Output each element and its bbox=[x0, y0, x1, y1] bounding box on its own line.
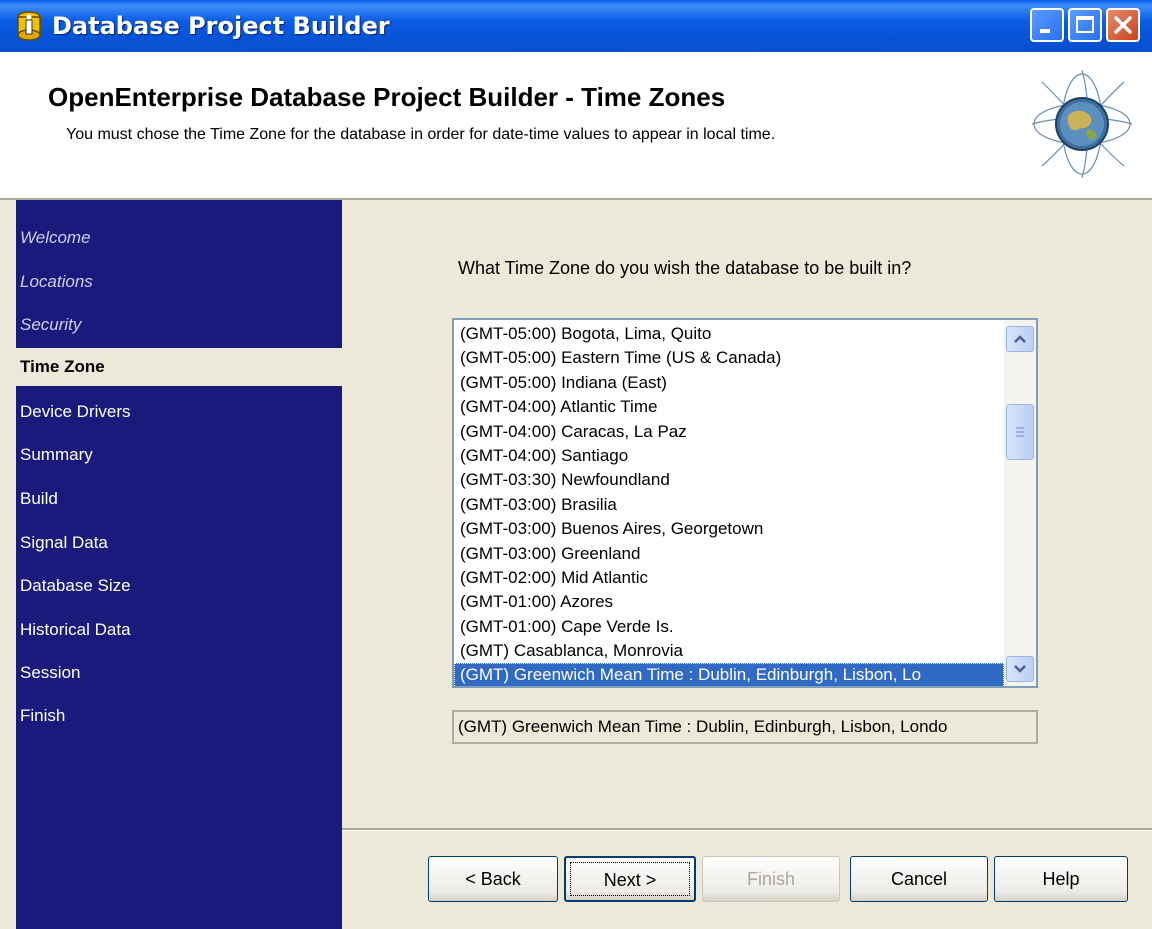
selected-time-zone-field: (GMT) Greenwich Mean Time : Dublin, Edin… bbox=[452, 710, 1038, 744]
list-item[interactable]: (GMT-04:00) Atlantic Time bbox=[454, 395, 1004, 419]
cancel-button[interactable]: Cancel bbox=[850, 856, 988, 902]
minimize-button[interactable] bbox=[1030, 8, 1064, 42]
list-item[interactable]: (GMT-02:00) Mid Atlantic bbox=[454, 566, 1004, 590]
back-button[interactable]: < Back bbox=[428, 856, 558, 902]
list-item[interactable]: (GMT-05:00) Bogota, Lima, Quito bbox=[454, 322, 1004, 346]
list-item[interactable]: (GMT-03:00) Buenos Aires, Georgetown bbox=[454, 517, 1004, 541]
list-item[interactable]: (GMT) Casablanca, Monrovia bbox=[454, 639, 1004, 663]
minimize-icon bbox=[1040, 29, 1050, 33]
list-item[interactable]: (GMT-01:00) Cape Verde Is. bbox=[454, 615, 1004, 639]
scroll-thumb[interactable] bbox=[1006, 404, 1034, 460]
close-icon bbox=[1114, 16, 1132, 34]
list-item[interactable]: (GMT-03:00) Brasilia bbox=[454, 493, 1004, 517]
list-item[interactable]: (GMT-04:00) Caracas, La Paz bbox=[454, 420, 1004, 444]
time-zone-list: (GMT-05:00) Bogota, Lima, Quito (GMT-05:… bbox=[454, 322, 1004, 686]
title-bar[interactable]: Database Project Builder bbox=[0, 0, 1152, 52]
close-button[interactable] bbox=[1106, 8, 1140, 42]
wizard-steps-sidebar bbox=[16, 200, 342, 929]
sidebar-item-build[interactable]: Build bbox=[20, 489, 58, 509]
sidebar-item-signal-data[interactable]: Signal Data bbox=[20, 533, 108, 553]
app-database-icon bbox=[17, 11, 41, 41]
chevron-down-icon bbox=[1014, 665, 1026, 673]
list-item[interactable]: (GMT-05:00) Indiana (East) bbox=[454, 371, 1004, 395]
sidebar-item-session[interactable]: Session bbox=[20, 663, 80, 683]
time-zone-question: What Time Zone do you wish the database … bbox=[458, 258, 912, 278]
wizard-window: Database Project Builder OpenEnterprise … bbox=[0, 0, 1152, 929]
sidebar-item-device-drivers[interactable]: Device Drivers bbox=[20, 402, 131, 422]
window-title: Database Project Builder bbox=[52, 12, 390, 40]
page-title: OpenEnterprise Database Project Builder … bbox=[48, 82, 726, 112]
finish-button[interactable]: Finish bbox=[702, 856, 840, 902]
list-item[interactable]: (GMT-05:00) Eastern Time (US & Canada) bbox=[454, 346, 1004, 370]
sidebar-item-security[interactable]: Security bbox=[20, 315, 81, 335]
help-button[interactable]: Help bbox=[994, 856, 1128, 902]
scroll-up-button[interactable] bbox=[1006, 326, 1034, 352]
vertical-scrollbar[interactable] bbox=[1004, 320, 1036, 686]
focus-rect bbox=[570, 862, 690, 896]
list-item-selected[interactable]: (GMT) Greenwich Mean Time : Dublin, Edin… bbox=[454, 663, 1004, 686]
chevron-up-icon bbox=[1014, 335, 1026, 343]
sidebar-item-welcome[interactable]: Welcome bbox=[20, 228, 91, 248]
globe-logo-icon bbox=[1031, 69, 1133, 179]
sidebar-item-locations[interactable]: Locations bbox=[20, 272, 93, 292]
list-item[interactable]: (GMT-03:30) Newfoundland bbox=[454, 468, 1004, 492]
list-item[interactable]: (GMT-01:00) Azores bbox=[454, 590, 1004, 614]
grip-icon bbox=[1016, 427, 1024, 437]
time-zone-listbox[interactable]: (GMT-05:00) Bogota, Lima, Quito (GMT-05:… bbox=[452, 318, 1038, 688]
sidebar-item-time-zone[interactable]: Time Zone bbox=[14, 348, 342, 386]
page-subtitle: You must chose the Time Zone for the dat… bbox=[66, 126, 776, 143]
maximize-button[interactable] bbox=[1068, 8, 1102, 42]
button-separator bbox=[342, 828, 1152, 831]
sidebar-item-finish[interactable]: Finish bbox=[20, 706, 65, 726]
next-button[interactable]: Next > bbox=[564, 856, 696, 902]
list-item[interactable]: (GMT-03:00) Greenland bbox=[454, 542, 1004, 566]
sidebar-item-database-size[interactable]: Database Size bbox=[20, 576, 131, 596]
sidebar-item-historical-data[interactable]: Historical Data bbox=[20, 620, 131, 640]
scroll-down-button[interactable] bbox=[1006, 656, 1034, 682]
maximize-icon bbox=[1076, 16, 1094, 33]
list-item[interactable]: (GMT-04:00) Santiago bbox=[454, 444, 1004, 468]
sidebar-item-summary[interactable]: Summary bbox=[20, 445, 93, 465]
